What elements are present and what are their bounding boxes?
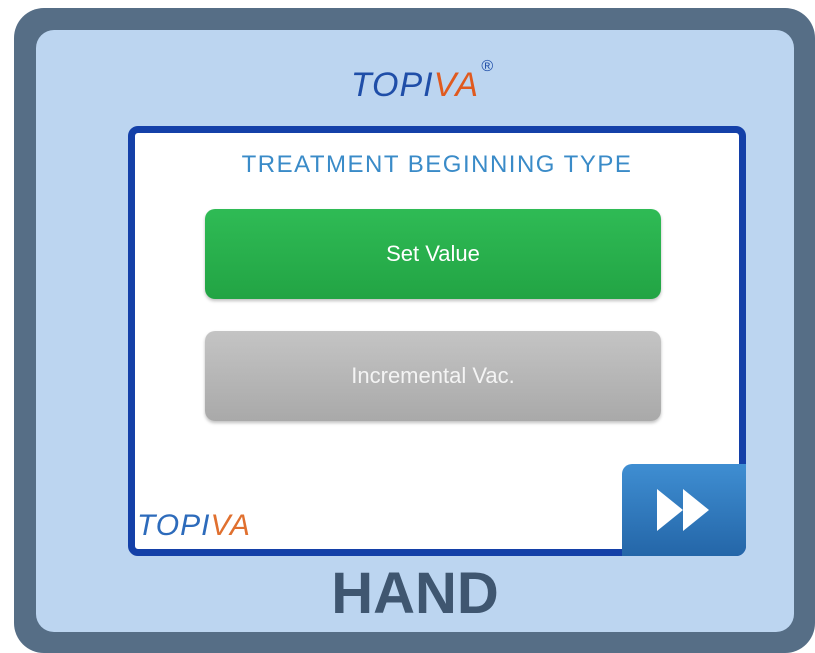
touch-screen: TREATMENT BEGINNING TYPE Set Value Incre… <box>128 126 746 556</box>
fast-forward-icon <box>657 489 709 531</box>
brand-logo-prefix: TOPI <box>350 66 434 104</box>
footer-logo: TOPIVA <box>137 509 251 543</box>
footer-logo-prefix: TOPI <box>137 509 211 542</box>
incremental-vac-label: Incremental Vac. <box>351 363 515 388</box>
next-button[interactable] <box>622 464 746 556</box>
registered-mark: ® <box>481 58 494 75</box>
brand-logo: TOPIVA ® <box>36 56 794 116</box>
screen-title: TREATMENT BEGINNING TYPE <box>241 151 633 178</box>
device-panel: TOPIVA ® TREATMENT BEGINNING TYPE Set Va… <box>36 30 794 632</box>
brand-logo-suffix: VA <box>433 66 480 104</box>
set-value-button[interactable]: Set Value <box>205 209 661 299</box>
footer-logo-suffix: VA <box>210 509 251 542</box>
incremental-vac-button[interactable]: Incremental Vac. <box>205 331 661 421</box>
set-value-label: Set Value <box>386 241 480 266</box>
device-frame: TOPIVA ® TREATMENT BEGINNING TYPE Set Va… <box>14 8 815 653</box>
mode-label: HAND <box>331 561 499 626</box>
